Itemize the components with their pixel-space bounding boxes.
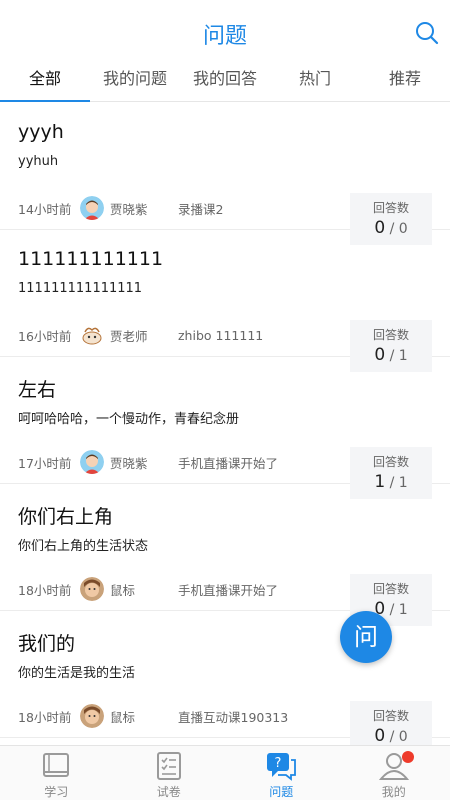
question-item[interactable]: 左右 呵呵哈哈哈，一个慢动作，青春纪念册 17小时前 贾晓紫 手机直播课开始了 … <box>0 357 450 499</box>
notification-badge <box>401 751 414 763</box>
question-course: 手机直播课开始了 <box>178 582 279 598</box>
tab-hot[interactable]: 热门 <box>270 62 360 101</box>
question-description: 111111111111111 <box>18 281 143 296</box>
answer-count-label: 回答数 <box>372 201 409 215</box>
question-time: 14小时前 <box>18 201 72 217</box>
question-title: 111111111111 <box>18 248 164 270</box>
question-description: 你的生活是我的生活 <box>18 666 136 681</box>
ask-question-button[interactable]: 问 <box>340 611 392 663</box>
tab-recommended[interactable]: 推荐 <box>360 62 450 101</box>
paper-icon <box>156 752 181 780</box>
answer-count: 0 <box>374 726 386 745</box>
page-title: 问题 <box>202 24 247 49</box>
question-author: 鼠标 <box>110 582 136 598</box>
question-author: 贾晓紫 <box>110 455 148 471</box>
question-author: 贾老师 <box>110 328 148 344</box>
photo-avatar <box>80 577 104 601</box>
boy-avatar <box>80 450 104 474</box>
nav-papers[interactable]: 试卷 <box>113 746 226 800</box>
question-meta: 18小时前 鼠标 直播互动课190313 <box>18 704 288 728</box>
nav-study[interactable]: 学习 <box>0 746 113 800</box>
question-item[interactable]: yyyh yyhuh 14小时前 贾晓紫 录播课2 回答数 0 / 0 <box>0 103 450 245</box>
question-meta: 14小时前 贾晓紫 录播课2 <box>18 196 223 220</box>
tab-all[interactable]: 全部 <box>0 62 90 102</box>
photo-avatar <box>80 704 104 728</box>
book-icon <box>43 753 70 777</box>
question-title: 你们右上角 <box>18 506 114 528</box>
app-header: 问题 <box>0 0 450 62</box>
category-tabs: 全部 我的问题 我的回答 热门 推荐 <box>0 62 450 102</box>
tab-my-answers[interactable]: 我的回答 <box>180 62 270 101</box>
question-item[interactable]: 111111111111 111111111111111 16小时前 贾老师 z… <box>0 230 450 372</box>
search-icon[interactable] <box>414 20 440 46</box>
question-description: 呵呵哈哈哈，一个慢动作，青春纪念册 <box>18 412 240 427</box>
nav-mine[interactable]: 我的 <box>338 746 450 800</box>
tab-my-questions[interactable]: 我的问题 <box>90 62 180 101</box>
nav-questions[interactable]: ? 问题 <box>225 746 338 800</box>
nav-label: 问题 <box>269 785 294 799</box>
question-meta: 16小时前 贾老师 zhibo 111111 <box>18 323 263 347</box>
answer-count-label: 回答数 <box>372 582 409 596</box>
question-title: 左右 <box>18 379 57 401</box>
nav-label: 学习 <box>44 785 69 799</box>
question-time: 18小时前 <box>18 709 72 725</box>
question-title: 我们的 <box>18 633 76 655</box>
question-time: 18小时前 <box>18 582 72 598</box>
answer-total: 0 <box>398 729 408 745</box>
question-author: 贾晓紫 <box>110 201 148 217</box>
question-title: yyyh <box>18 121 64 143</box>
question-course: 录播课2 <box>178 201 224 217</box>
svg-text:?: ? <box>275 756 282 771</box>
question-meta: 17小时前 贾晓紫 手机直播课开始了 <box>18 450 278 474</box>
question-time: 17小时前 <box>18 455 72 471</box>
question-course: 直播互动课190313 <box>178 709 289 725</box>
question-description: yyhuh <box>18 154 59 169</box>
nav-label: 试卷 <box>156 785 181 799</box>
bottom-nav: 学习 试卷 ? 问题 我的 <box>0 745 450 800</box>
question-course: 手机直播课开始了 <box>178 455 279 471</box>
cartoon-avatar <box>80 323 104 347</box>
question-item[interactable]: 你们右上角 你们右上角的生活状态 18小时前 鼠标 手机直播课开始了 回答数 0… <box>0 484 450 626</box>
boy-avatar <box>80 196 104 220</box>
answer-count-label: 回答数 <box>372 709 409 723</box>
question-time: 16小时前 <box>18 328 72 344</box>
question-course: zhibo 111111 <box>178 327 264 343</box>
question-author: 鼠标 <box>110 709 136 725</box>
answer-count-box: 回答数 0 / 0 <box>350 701 432 745</box>
answer-count-label: 回答数 <box>372 328 409 342</box>
nav-label: 我的 <box>381 785 406 799</box>
question-chat-icon: ? <box>267 753 297 781</box>
question-description: 你们右上角的生活状态 <box>18 539 149 554</box>
answer-count-label: 回答数 <box>372 455 409 469</box>
question-meta: 18小时前 鼠标 手机直播课开始了 <box>18 577 278 601</box>
